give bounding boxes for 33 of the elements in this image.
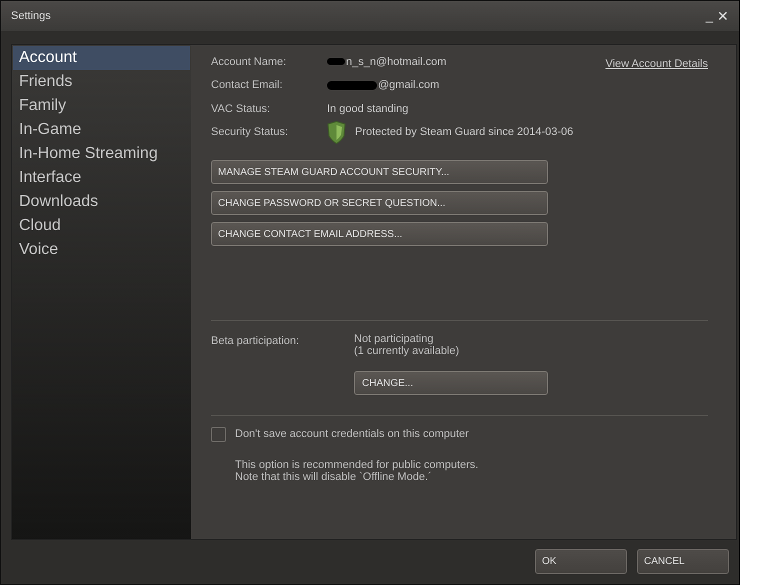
sidebar-item[interactable]: In-Game: [13, 118, 190, 142]
window-title: Settings: [11, 8, 51, 24]
shield-icon: [327, 120, 346, 144]
field-label: Contact Email:: [211, 78, 284, 93]
field-label: Security Status:: [211, 125, 290, 140]
close-button[interactable]: ✕: [717, 9, 729, 23]
checkbox-label: Don't save account credentials on this computer: [235, 427, 469, 442]
sidebar-item[interactable]: In-Home Streaming: [13, 142, 190, 166]
cancel-button[interactable]: CANCEL: [637, 549, 729, 574]
field-value: Protected by Steam Guard since 2014-03-06: [355, 125, 574, 140]
action-button[interactable]: CHANGE CONTACT EMAIL ADDRESS...: [211, 222, 548, 246]
sidebar-item[interactable]: Downloads: [13, 190, 190, 214]
ok-button[interactable]: OK: [535, 549, 627, 574]
action-button[interactable]: CHANGE PASSWORD OR SECRET QUESTION...: [211, 191, 548, 215]
field-label: Beta participation:: [211, 334, 300, 349]
sidebar-item[interactable]: Interface: [13, 166, 190, 190]
field-value: n_s_n@hotmail.com: [346, 54, 446, 70]
field-label: Account Name:: [211, 54, 288, 70]
checkbox[interactable]: [211, 426, 226, 442]
minimize-button[interactable]: _: [706, 9, 713, 23]
field-label: VAC Status:: [211, 102, 272, 116]
note-text: This option is recommended for public computers. Note that this will disable `Offline Mode.´: [235, 458, 480, 482]
view-account-details-link[interactable]: View Account Details: [605, 56, 708, 72]
sidebar-item[interactable]: Voice: [13, 238, 190, 262]
beta-status: Not participating (1 currently available): [354, 333, 460, 357]
sidebar-item[interactable]: Cloud: [13, 214, 190, 238]
sidebar-item[interactable]: Account: [13, 46, 190, 70]
field-value: @gmail.com: [378, 78, 440, 93]
change-button[interactable]: CHANGE...: [354, 371, 548, 395]
action-button[interactable]: MANAGE STEAM GUARD ACCOUNT SECURITY...: [211, 160, 548, 184]
field-value: In good standing: [327, 102, 408, 116]
sidebar-item[interactable]: Friends: [13, 70, 190, 94]
sidebar-item[interactable]: Family: [13, 94, 190, 118]
